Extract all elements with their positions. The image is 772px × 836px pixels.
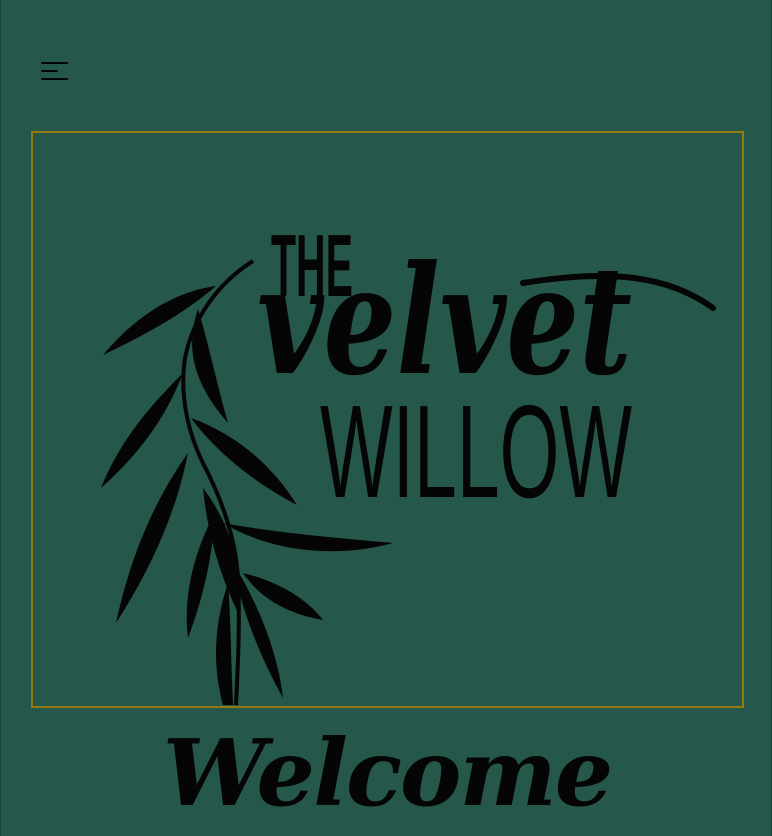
logo-frame: THE velvet WILLOW (31, 131, 744, 708)
menu-line-top (41, 62, 68, 64)
logo-main-text: WILLOW (320, 378, 632, 525)
welcome-heading: Welcome (162, 719, 614, 827)
menu-line-bottom (41, 78, 68, 80)
menu-line-middle (41, 70, 58, 72)
hamburger-menu-button[interactable] (39, 58, 73, 86)
the-velvet-willow-logo: THE velvet WILLOW (101, 216, 716, 706)
